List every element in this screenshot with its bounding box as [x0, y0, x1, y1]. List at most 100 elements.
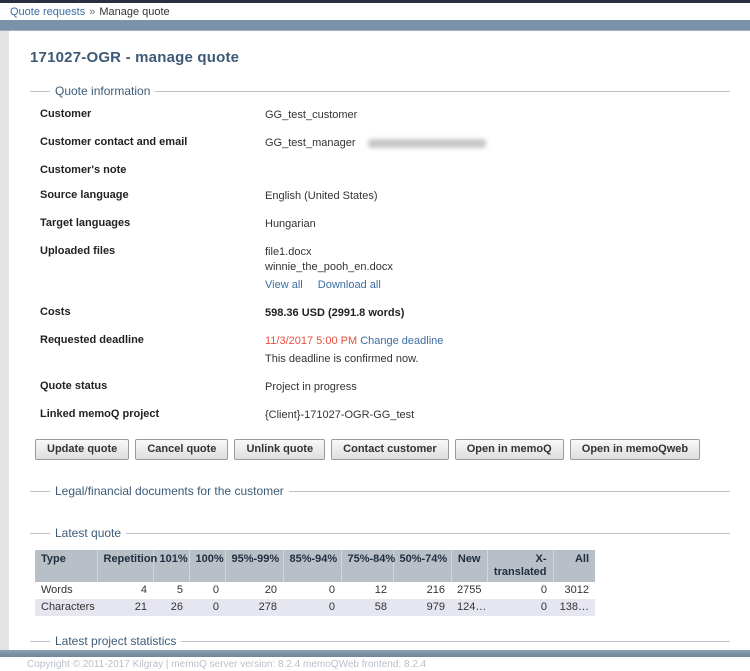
table-header-cell: 95%-99% — [225, 550, 283, 582]
field-customer-contact-value: GG_test_manager — [265, 136, 486, 151]
section-legal-documents: Legal/financial documents for the custom… — [30, 484, 730, 498]
field-customer-label: Customer — [40, 108, 265, 123]
table-header-cell: 101% — [153, 550, 189, 582]
field-uploaded-files: Uploaded files file1.docx winnie_the_poo… — [40, 245, 730, 293]
latest-quote-table: TypeRepetition101%100%95%-99%85%-94%75%-… — [35, 550, 595, 616]
section-latest-quote: Latest quote — [30, 526, 730, 540]
update-quote-button[interactable]: Update quote — [35, 439, 129, 460]
field-target-languages-value: Hungarian — [265, 217, 316, 232]
table-header-cell: 100% — [189, 550, 225, 582]
header-accent-bar — [0, 20, 750, 31]
contact-customer-button[interactable]: Contact customer — [331, 439, 449, 460]
field-linked-project-value: {Client}-171027-OGR-GG_test — [265, 408, 414, 423]
open-in-memoq-button[interactable]: Open in memoQ — [455, 439, 564, 460]
field-costs-value: 598.36 USD (2991.8 words) — [265, 306, 404, 321]
table-cell: 216 — [393, 582, 451, 599]
left-gutter — [0, 31, 9, 650]
page-title: 171027-OGR - manage quote — [30, 49, 730, 66]
field-linked-project: Linked memoQ project {Client}-171027-OGR… — [40, 408, 730, 423]
section-quote-information-label: Quote information — [50, 84, 155, 98]
deadline-confirmation: This deadline is confirmed now. — [265, 352, 443, 367]
field-quote-status-value: Project in progress — [265, 380, 357, 395]
uploaded-file-1: file1.docx — [265, 245, 393, 260]
field-customer-contact-label: Customer contact and email — [40, 136, 265, 151]
table-row: Characters21260278058979124…0138… — [35, 599, 595, 616]
table-header-cell: 85%-94% — [283, 550, 341, 582]
field-uploaded-files-value: file1.docx winnie_the_pooh_en.docx View … — [265, 245, 393, 293]
field-requested-deadline: Requested deadline 11/3/2017 5:00 PM Cha… — [40, 334, 730, 367]
field-customer-contact: Customer contact and email GG_test_manag… — [40, 136, 730, 151]
copyright-text: Copyright © 2011-2017 Kilgray | memoQ se… — [0, 657, 750, 670]
table-cell: Characters — [35, 599, 97, 616]
open-in-memoqweb-button[interactable]: Open in memoQweb — [570, 439, 700, 460]
table-cell: 278 — [225, 599, 283, 616]
field-customer-value: GG_test_customer — [265, 108, 357, 123]
field-quote-status: Quote status Project in progress — [40, 380, 730, 395]
deadline-date: 11/3/2017 5:00 PM — [265, 335, 357, 347]
breadcrumb-link-quote-requests[interactable]: Quote requests — [10, 6, 85, 18]
section-quote-information: Quote information — [30, 84, 730, 98]
quote-actions: Update quote Cancel quote Unlink quote C… — [35, 439, 730, 460]
quote-info-fields: Customer GG_test_customer Customer conta… — [40, 108, 730, 423]
page-footer: Copyright © 2011-2017 Kilgray | memoQ se… — [0, 650, 750, 671]
cancel-quote-button[interactable]: Cancel quote — [135, 439, 228, 460]
breadcrumb: Quote requests » Manage quote — [0, 3, 750, 20]
field-requested-deadline-value: 11/3/2017 5:00 PM Change deadline This d… — [265, 334, 443, 367]
field-quote-status-label: Quote status — [40, 380, 265, 395]
section-latest-quote-label: Latest quote — [50, 526, 126, 540]
table-cell: 2755 — [451, 582, 487, 599]
table-cell: Words — [35, 582, 97, 599]
table-cell: 21 — [97, 599, 153, 616]
table-header-cell: Type — [35, 550, 97, 582]
field-linked-project-label: Linked memoQ project — [40, 408, 265, 423]
table-cell: 0 — [283, 599, 341, 616]
field-costs-label: Costs — [40, 306, 265, 321]
table-header-cell: New — [451, 550, 487, 582]
field-uploaded-files-label: Uploaded files — [40, 245, 265, 293]
field-customer-note-label: Customer's note — [40, 164, 265, 176]
table-cell: 5 — [153, 582, 189, 599]
view-all-link[interactable]: View all — [265, 279, 303, 291]
table-header-cell: X-translated — [487, 550, 553, 582]
table-cell: 0 — [283, 582, 341, 599]
content-panel: 171027-OGR - manage quote Quote informat… — [9, 31, 750, 650]
contact-name: GG_test_manager — [265, 137, 356, 149]
table-cell: 124… — [451, 599, 487, 616]
field-requested-deadline-label: Requested deadline — [40, 334, 265, 367]
table-cell: 0 — [487, 582, 553, 599]
field-costs: Costs 598.36 USD (2991.8 words) — [40, 306, 730, 321]
unlink-quote-button[interactable]: Unlink quote — [234, 439, 325, 460]
table-header-cell: Repetition — [97, 550, 153, 582]
table-cell: 4 — [97, 582, 153, 599]
uploaded-file-2: winnie_the_pooh_en.docx — [265, 260, 393, 275]
table-cell: 3012 — [553, 582, 595, 599]
table-cell: 0 — [189, 582, 225, 599]
field-target-languages-label: Target languages — [40, 217, 265, 232]
contact-email-redacted — [368, 139, 486, 148]
table-row: Words45020012216275503012 — [35, 582, 595, 599]
breadcrumb-current: Manage quote — [99, 6, 169, 18]
field-source-language-value: English (United States) — [265, 189, 378, 204]
table-cell: 20 — [225, 582, 283, 599]
field-source-language: Source language English (United States) — [40, 189, 730, 204]
table-cell: 58 — [341, 599, 393, 616]
table-cell: 0 — [487, 599, 553, 616]
table-cell: 979 — [393, 599, 451, 616]
change-deadline-link[interactable]: Change deadline — [360, 335, 443, 347]
field-source-language-label: Source language — [40, 189, 265, 204]
table-header-cell: 50%-74% — [393, 550, 451, 582]
field-target-languages: Target languages Hungarian — [40, 217, 730, 232]
section-latest-project-statistics: Latest project statistics — [30, 634, 730, 648]
table-header-cell: All — [553, 550, 595, 582]
table-cell: 0 — [189, 599, 225, 616]
main-area: 171027-OGR - manage quote Quote informat… — [0, 31, 750, 650]
table-header-cell: 75%-84% — [341, 550, 393, 582]
table-cell: 138… — [553, 599, 595, 616]
download-all-link[interactable]: Download all — [318, 279, 381, 291]
field-customer: Customer GG_test_customer — [40, 108, 730, 123]
section-latest-project-statistics-label: Latest project statistics — [50, 634, 181, 648]
table-cell: 12 — [341, 582, 393, 599]
footer-accent-bar — [0, 650, 750, 657]
breadcrumb-separator: » — [89, 6, 95, 18]
field-customer-note: Customer's note — [40, 164, 730, 176]
